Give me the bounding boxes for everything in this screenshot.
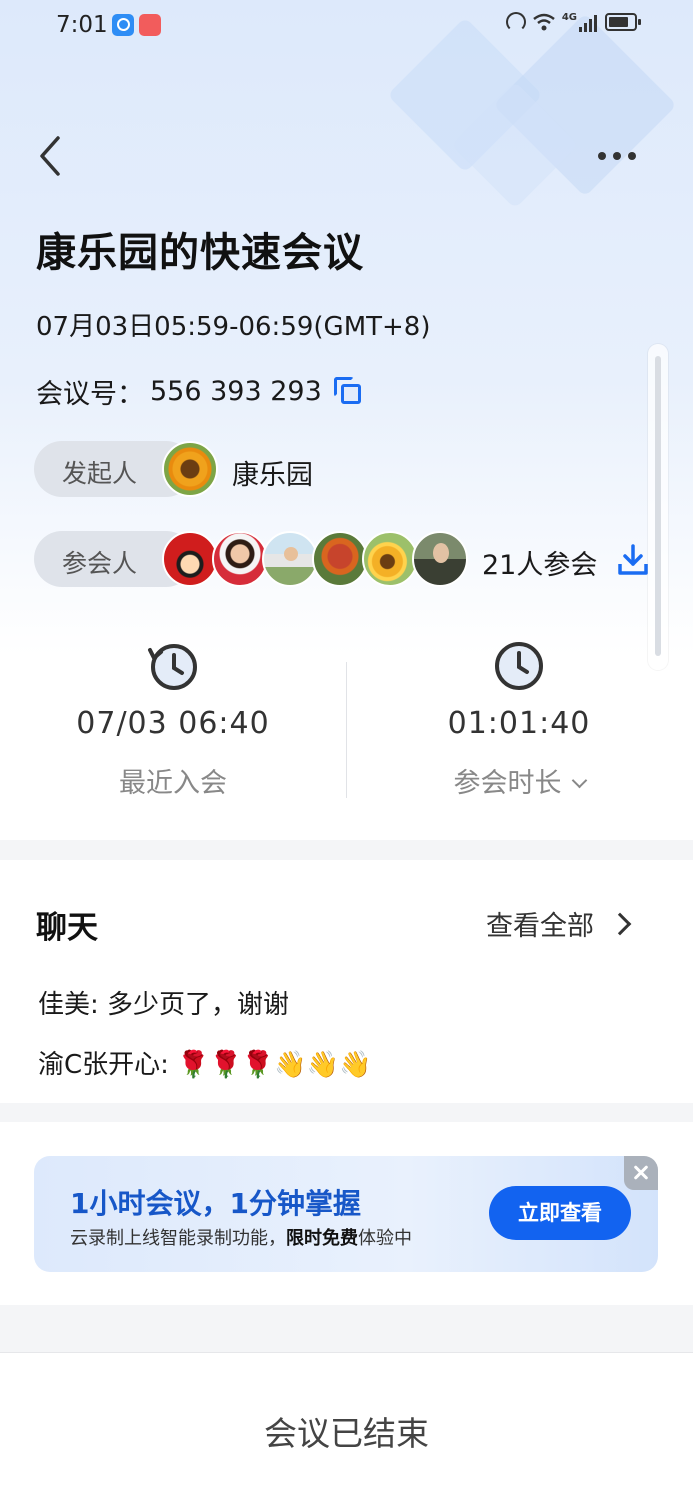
clock-icon [493,640,545,692]
attendee-avatar[interactable] [362,531,418,587]
view-now-button[interactable]: 立即查看 [489,1186,631,1240]
copy-icon[interactable] [333,376,364,407]
promo-sub-bold: 限时免费 [286,1228,358,1249]
bottom-bar: 会议已结束 [0,1352,693,1501]
download-icon [618,544,648,575]
host-name: 康乐园 [232,460,313,491]
close-icon[interactable] [624,1156,658,1190]
back-button[interactable] [28,132,76,180]
attendee-avatar[interactable] [212,531,268,587]
more-dots-icon [598,152,606,160]
promo-section: 1小时会议，1分钟掌握 云录制上线智能录制功能，限时免费体验中 立即查看 [0,1122,693,1305]
signal-icon [579,12,599,32]
promo-title: 1小时会议，1分钟掌握 [70,1187,361,1220]
last-join-stat: 07/03 06:40 最近入会 [0,640,346,800]
status-time: 7:01 [56,12,108,38]
attendees-label: 参会人 [62,549,138,578]
attendee-avatar[interactable] [412,531,468,587]
meeting-time-range: 07月03日05:59-06:59(GMT+8) [36,312,431,342]
view-all-link[interactable]: 查看全部 [486,904,632,943]
duration-stat[interactable]: 01:01:40 参会时长 [346,640,692,800]
meeting-number-label: 会议号： [36,379,144,410]
host-label: 发起人 [62,459,138,488]
shopping-app-icon [139,14,161,36]
promo-subtitle: 云录制上线智能录制功能，限时免费体验中 [70,1224,412,1250]
chat-message: 佳美: 多少页了，谢谢 [38,990,290,1020]
download-attendees-button[interactable] [618,544,648,576]
promo-sub-suffix: 体验中 [358,1228,412,1249]
chevron-down-icon [571,772,587,789]
meeting-ended-status: 会议已结束 [264,1414,429,1453]
view-all-label: 查看全部 [486,911,594,942]
chat-message: 渝C张开心: 🌹🌹🌹👋👋👋 [38,1050,372,1080]
attendee-avatar[interactable] [312,531,368,587]
battery-level [609,17,628,27]
network-type: 4G [561,11,577,23]
host-avatar[interactable] [162,441,218,497]
duration-value: 01:01:40 [447,706,591,741]
chevron-right-icon [608,912,632,936]
duration-label[interactable]: 参会时长 [346,761,692,800]
attendee-avatar[interactable] [162,531,218,587]
more-options-button[interactable] [590,136,644,176]
history-clock-icon [147,640,199,692]
duration-label-text: 参会时长 [453,768,562,799]
wifi-icon [533,13,555,31]
attendee-count[interactable]: 21人参会 [482,543,597,582]
last-join-label: 最近入会 [119,768,227,799]
scrollbar[interactable] [648,344,668,670]
status-bar: 7:01 4G [0,0,693,54]
meeting-number-row: 会议号： 556 393 293 [36,372,364,411]
last-join-value: 07/03 06:40 [76,706,270,741]
attendee-avatar[interactable] [262,531,318,587]
promo-banner[interactable]: 1小时会议，1分钟掌握 云录制上线智能录制功能，限时免费体验中 立即查看 [34,1156,658,1272]
battery-icon [605,13,641,31]
page-title: 康乐园的快速会议 [36,230,364,276]
chat-section: 聊天 查看全部 佳美: 多少页了，谢谢 渝C张开心: 🌹🌹🌹👋👋👋 [0,860,693,1103]
meeting-number: 556 393 293 [150,376,322,407]
status-icons: 4G [505,11,641,32]
browser-app-icon [112,14,134,36]
promo-sub-prefix: 云录制上线智能录制功能， [70,1228,286,1249]
chat-title: 聊天 [34,902,100,951]
chevron-left-icon [40,136,60,176]
speed-icon [505,12,526,32]
